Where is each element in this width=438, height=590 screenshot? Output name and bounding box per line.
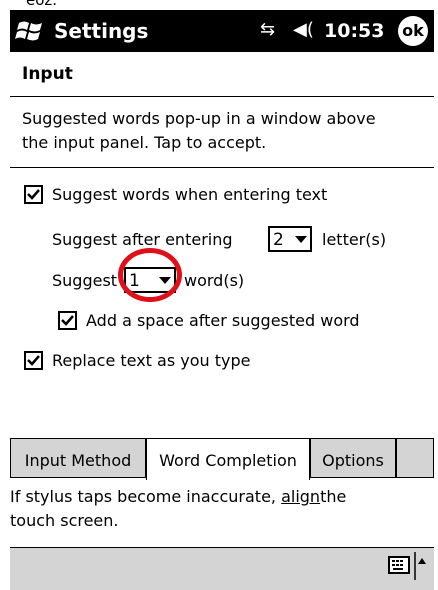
tab-strip-filler: [396, 438, 434, 478]
align-link[interactable]: align: [281, 487, 320, 506]
page-heading: Input: [10, 52, 434, 97]
letter-count-dropdown[interactable]: 2: [268, 226, 312, 252]
tab-baseline: [10, 477, 146, 478]
highlight-circle: [118, 248, 182, 302]
page-title: Input: [22, 64, 73, 84]
input-menu-arrow-icon[interactable]: [414, 552, 426, 580]
tab-word-completion[interactable]: Word Completion: [146, 438, 310, 480]
letters-suffix-label: letter(s): [322, 230, 387, 249]
connectivity-icon[interactable]: ⇆: [260, 19, 275, 40]
checkmark-icon: [61, 315, 74, 326]
menu-bar: [10, 547, 434, 590]
keyboard-icon[interactable]: [388, 556, 410, 574]
title-bar: Settings ⇆ ◀( 10:53 ok: [10, 10, 434, 52]
replace-text-label[interactable]: Replace text as you type: [52, 351, 251, 370]
description-line: Suggested words pop-up in a window above: [22, 109, 376, 128]
letter-count-value: 2: [273, 230, 284, 250]
chevron-down-icon: [295, 236, 307, 243]
checkmark-icon: [27, 355, 40, 366]
add-space-checkbox[interactable]: [58, 311, 77, 330]
cropped-caption: ёoz.: [26, 0, 58, 9]
tab-options[interactable]: Options: [310, 438, 396, 478]
tab-input-method[interactable]: Input Method: [10, 438, 146, 478]
description: Suggested words pop-up in a window above…: [10, 97, 434, 168]
suggest-count-label: Suggest: [52, 271, 118, 290]
speaker-icon[interactable]: ◀(: [293, 19, 314, 40]
suggest-after-label: Suggest after entering: [52, 230, 233, 249]
add-space-label[interactable]: Add a space after suggested word: [86, 311, 360, 330]
tab-baseline: [310, 477, 434, 478]
checkmark-icon: [27, 189, 40, 200]
description-line: the input panel. Tap to accept.: [22, 133, 267, 152]
suggest-words-checkbox[interactable]: [24, 185, 43, 204]
window-title: Settings: [54, 19, 149, 43]
windows-logo-icon[interactable]: [14, 15, 48, 47]
words-suffix-label: word(s): [184, 271, 245, 290]
replace-text-checkbox[interactable]: [24, 351, 43, 370]
suggest-words-label[interactable]: Suggest words when entering text: [52, 185, 327, 204]
clock[interactable]: 10:53: [324, 20, 384, 42]
ok-button[interactable]: ok: [398, 16, 428, 46]
